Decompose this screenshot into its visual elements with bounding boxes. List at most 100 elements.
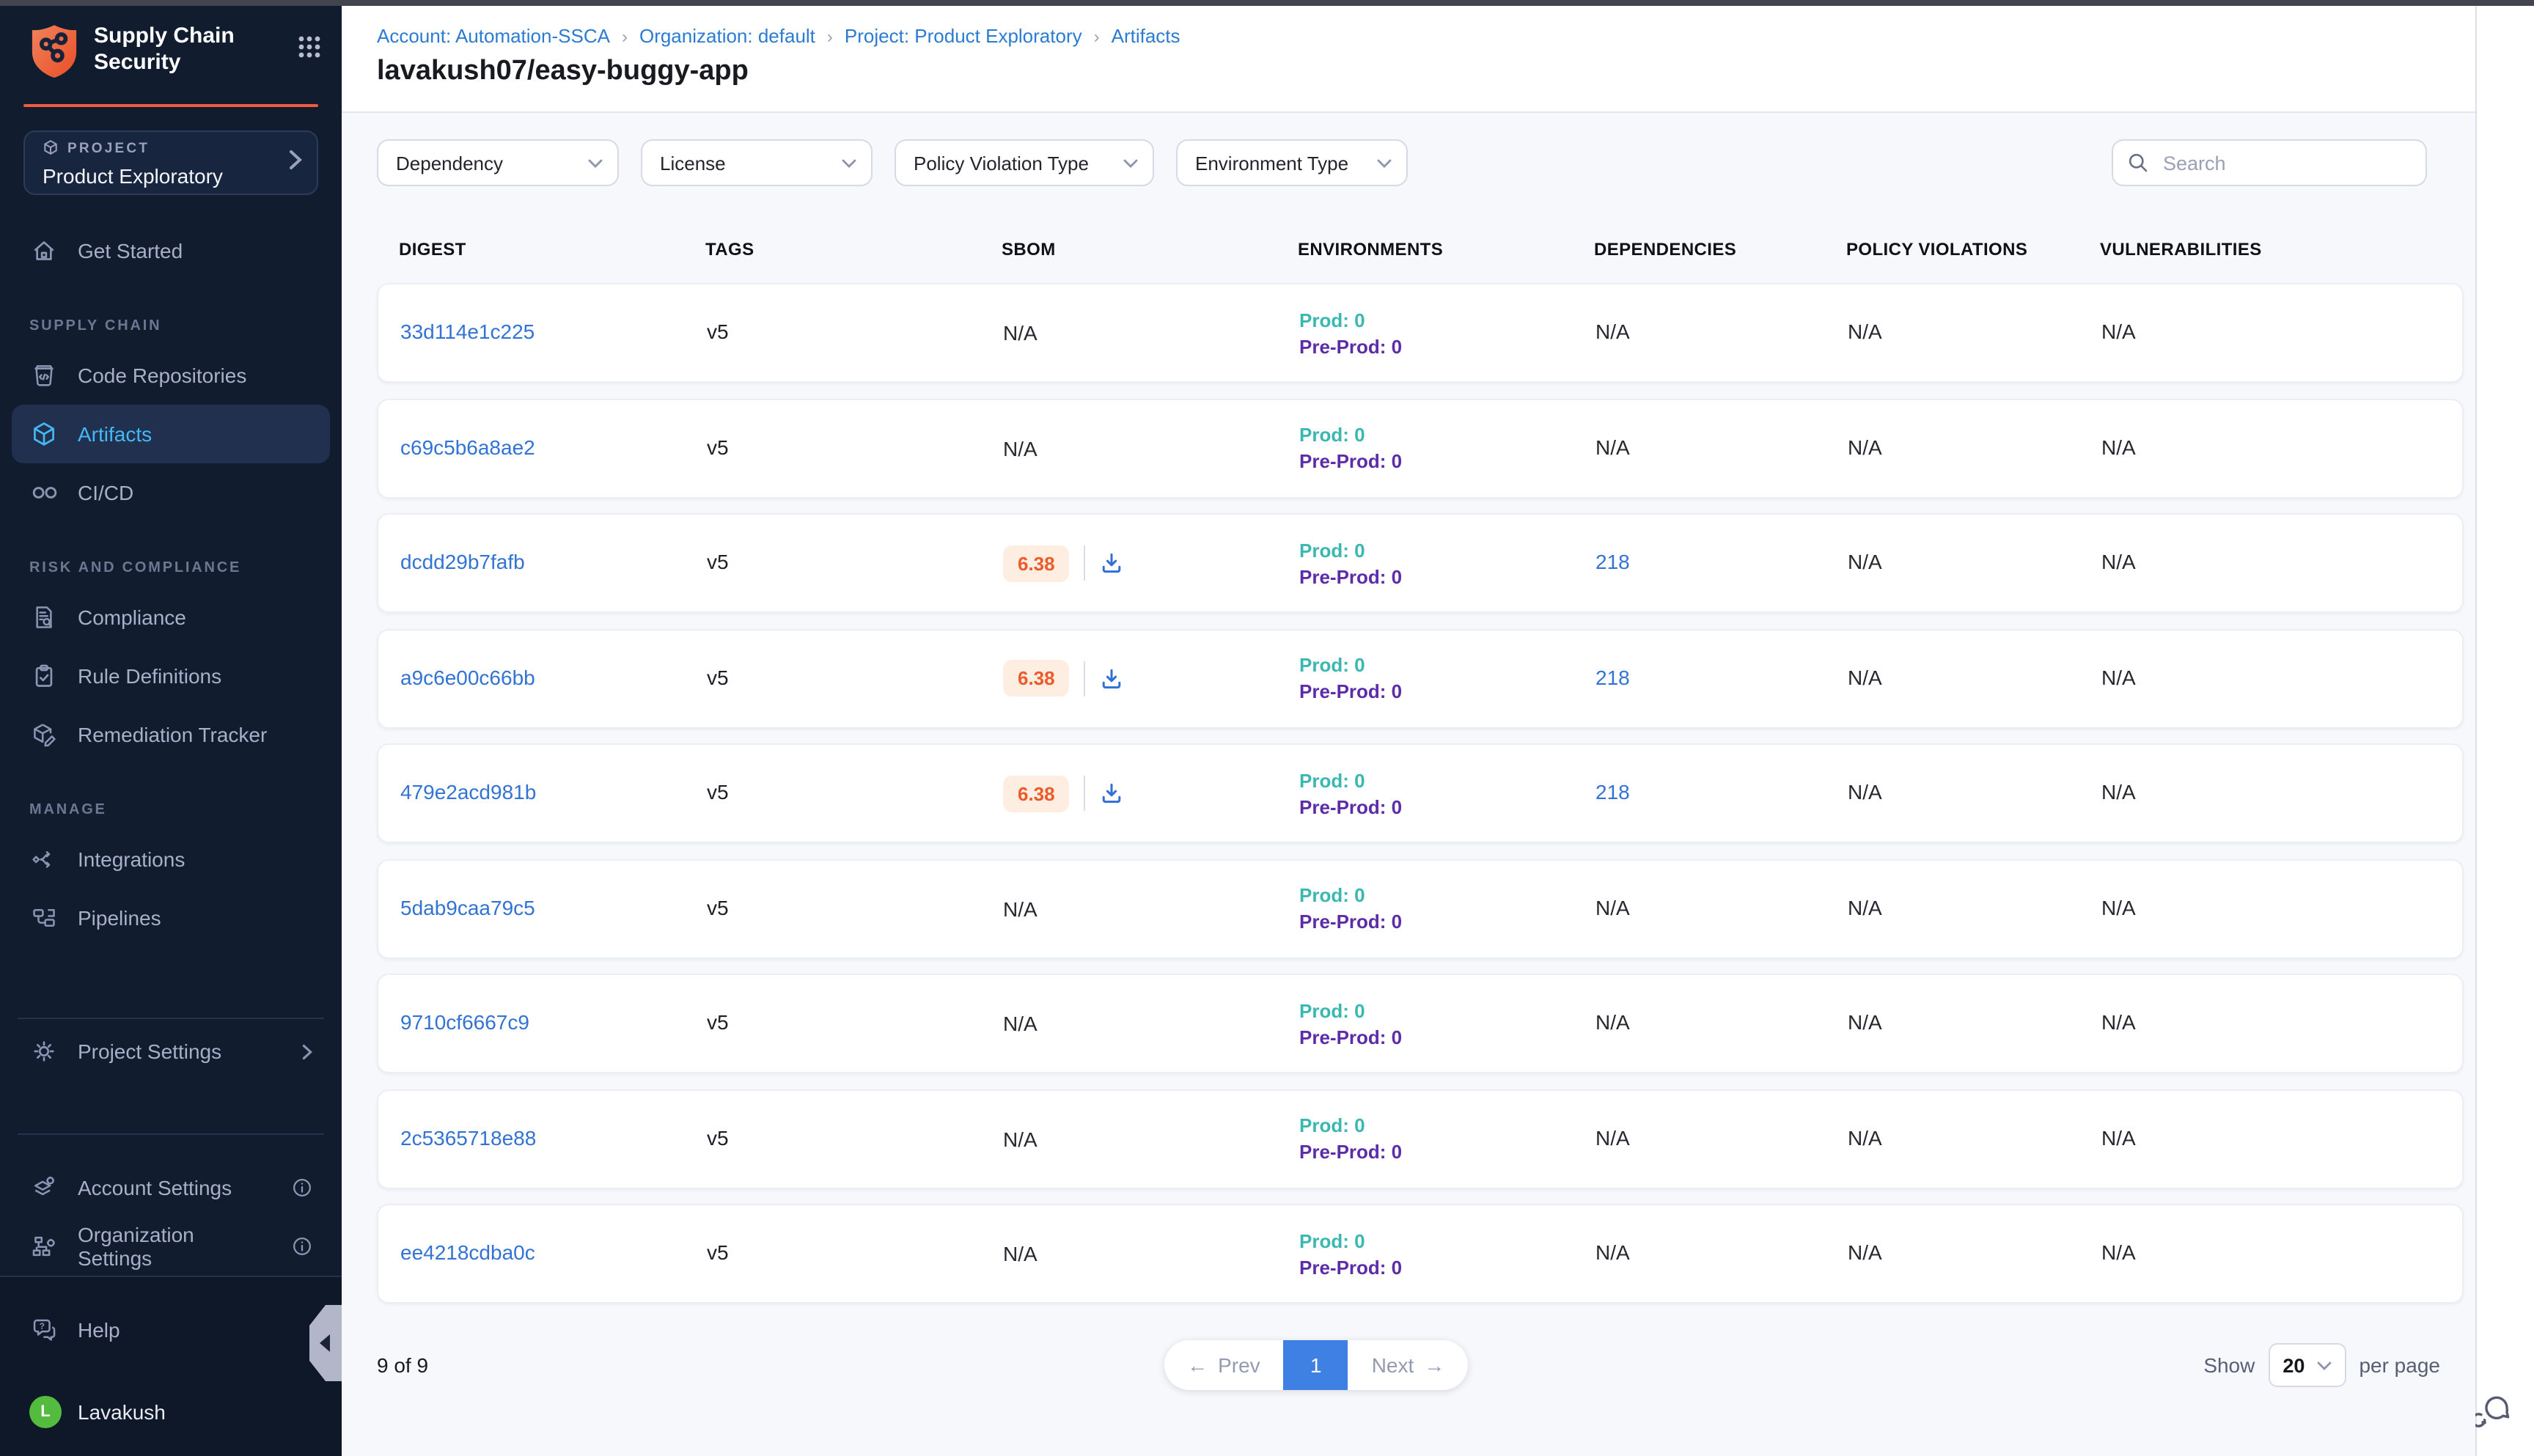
dependency-filter-dropdown[interactable]: Dependency	[377, 139, 619, 186]
document-search-icon	[29, 604, 59, 630]
sidebar-item-compliance[interactable]: Compliance	[12, 588, 330, 647]
right-gutter	[2475, 6, 2534, 1456]
table-row[interactable]: a9c6e00c66bb v5 6.38 Prod: 0 Pre-Prod: 0…	[377, 628, 2464, 728]
table-row[interactable]: c69c5b6a8ae2 v5 N/A Prod: 0 Pre-Prod: 0 …	[377, 398, 2464, 498]
sidebar-item-help[interactable]: ? Help	[12, 1301, 330, 1359]
breadcrumb-project[interactable]: Project: Product Exploratory	[845, 25, 1082, 47]
digest-link[interactable]: ee4218cdba0c	[400, 1240, 535, 1264]
tag-value: v5	[707, 435, 729, 458]
digest-link[interactable]: 9710cf6667c9	[400, 1010, 529, 1034]
vulnerabilities-value: N/A	[2101, 320, 2136, 343]
sidebar-item-rule-definitions[interactable]: Rule Definitions	[12, 647, 330, 705]
sbom-score-badge: 6.38	[1003, 775, 1070, 812]
environments-cell: Prod: 0 Pre-Prod: 0	[1299, 654, 1595, 702]
user-menu[interactable]: L Lavakush	[12, 1386, 330, 1438]
chat-bubbles-icon[interactable]	[2475, 1393, 2513, 1438]
vulnerabilities-value: N/A	[2101, 665, 2136, 688]
sidebar-item-organization-settings[interactable]: Organization Settings	[12, 1217, 330, 1276]
section-label-manage: MANAGE	[29, 802, 330, 818]
digest-link[interactable]: 33d114e1c225	[400, 320, 535, 343]
dependencies-value: N/A	[1595, 1125, 1630, 1149]
page-header: Account: Automation-SSCA › Organization:…	[342, 6, 2475, 113]
search-input[interactable]	[2160, 150, 2411, 175]
pipelines-icon	[29, 905, 59, 931]
show-label: Show	[2203, 1353, 2255, 1377]
sidebar-collapse-handle[interactable]	[309, 1305, 342, 1389]
search-icon	[2128, 152, 2148, 173]
sidebar-item-cicd[interactable]: CI/CD	[12, 463, 330, 522]
app-title: Supply Chain Security	[94, 23, 246, 76]
preprod-count: Pre-Prod: 0	[1299, 795, 1595, 817]
sidebar-item-account-settings[interactable]: Account Settings	[12, 1158, 330, 1217]
digest-link[interactable]: c69c5b6a8ae2	[400, 435, 535, 458]
page-size-dropdown[interactable]: 20	[2268, 1343, 2346, 1387]
table-row[interactable]: 33d114e1c225 v5 N/A Prod: 0 Pre-Prod: 0 …	[377, 283, 2464, 383]
table-row[interactable]: dcdd29b7fafb v5 6.38 Prod: 0 Pre-Prod: 0…	[377, 513, 2464, 613]
sbom-na: N/A	[1003, 321, 1038, 345]
sidebar-item-label: Compliance	[78, 606, 186, 629]
policy-violation-type-filter-dropdown[interactable]: Policy Violation Type	[895, 139, 1154, 186]
breadcrumb-artifacts[interactable]: Artifacts	[1112, 25, 1180, 47]
environment-type-filter-dropdown[interactable]: Environment Type	[1176, 139, 1408, 186]
sidebar-item-label: Artifacts	[78, 422, 152, 446]
dependencies-value[interactable]: 218	[1595, 780, 1630, 804]
sidebar-item-project-settings[interactable]: Project Settings	[12, 1022, 330, 1081]
sbom-cell: N/A	[1003, 897, 1299, 920]
download-sbom-icon[interactable]	[1101, 666, 1124, 690]
info-icon[interactable]	[292, 1177, 312, 1198]
table-row[interactable]: 479e2acd981b v5 6.38 Prod: 0 Pre-Prod: 0…	[377, 743, 2464, 843]
sbom-na: N/A	[1003, 897, 1038, 920]
sidebar-item-artifacts[interactable]: Artifacts	[12, 405, 330, 463]
sidebar-item-code-repositories[interactable]: Code Repositories	[12, 346, 330, 405]
table-row[interactable]: ee4218cdba0c v5 N/A Prod: 0 Pre-Prod: 0 …	[377, 1204, 2464, 1304]
license-filter-dropdown[interactable]: License	[641, 139, 873, 186]
sbom-divider	[1084, 776, 1086, 811]
sbom-divider	[1084, 661, 1086, 696]
download-sbom-icon[interactable]	[1101, 782, 1124, 805]
breadcrumb-account[interactable]: Account: Automation-SSCA	[377, 25, 610, 47]
digest-link[interactable]: a9c6e00c66bb	[400, 665, 535, 688]
vulnerabilities-value: N/A	[2101, 1125, 2136, 1149]
prev-page-button[interactable]: ← Prev	[1164, 1340, 1284, 1390]
apps-grid-icon[interactable]	[298, 35, 321, 66]
app-root: Supply Chain Security PROJECT	[0, 0, 2534, 1456]
sidebar-item-label: Account Settings	[78, 1176, 232, 1199]
table-row[interactable]: 5dab9caa79c5 v5 N/A Prod: 0 Pre-Prod: 0 …	[377, 858, 2464, 958]
sbom-cell: 6.38	[1003, 545, 1299, 581]
download-sbom-icon[interactable]	[1101, 551, 1124, 575]
prod-count: Prod: 0	[1299, 999, 1595, 1021]
info-icon[interactable]	[292, 1236, 312, 1257]
breadcrumb-separator: ›	[622, 26, 628, 46]
sidebar-item-get-started[interactable]: Get Started	[12, 221, 330, 280]
tag-value: v5	[707, 320, 729, 343]
sbom-na: N/A	[1003, 1127, 1038, 1150]
dependencies-value[interactable]: 218	[1595, 550, 1630, 573]
dependencies-value: N/A	[1595, 1240, 1630, 1264]
environments-cell: Prod: 0 Pre-Prod: 0	[1299, 1114, 1595, 1163]
avatar: L	[29, 1396, 62, 1428]
next-page-button[interactable]: Next →	[1348, 1340, 1469, 1390]
sidebar-item-remediation-tracker[interactable]: Remediation Tracker	[12, 705, 330, 764]
table-row[interactable]: 9710cf6667c9 v5 N/A Prod: 0 Pre-Prod: 0 …	[377, 974, 2464, 1073]
sidebar-item-pipelines[interactable]: Pipelines	[12, 889, 330, 947]
digest-link[interactable]: 2c5365718e88	[400, 1125, 536, 1149]
sbom-na: N/A	[1003, 1012, 1038, 1035]
infinity-icon	[29, 482, 59, 503]
preprod-count: Pre-Prod: 0	[1299, 1256, 1595, 1278]
column-header-sbom: SBOM	[1002, 239, 1298, 260]
sbom-na: N/A	[1003, 436, 1038, 460]
dependencies-value[interactable]: 218	[1595, 665, 1630, 688]
tag-value: v5	[707, 1010, 729, 1034]
breadcrumb-organization[interactable]: Organization: default	[639, 25, 815, 47]
preprod-count: Pre-Prod: 0	[1299, 911, 1595, 933]
sidebar-item-integrations[interactable]: Integrations	[12, 830, 330, 889]
page-1-button[interactable]: 1	[1284, 1340, 1348, 1390]
layers-gear-icon	[29, 1174, 59, 1201]
project-selector[interactable]: PROJECT Product Exploratory	[23, 131, 318, 195]
table-row[interactable]: 2c5365718e88 v5 N/A Prod: 0 Pre-Prod: 0 …	[377, 1089, 2464, 1188]
digest-link[interactable]: dcdd29b7fafb	[400, 550, 525, 573]
sidebar-item-label: Integrations	[78, 848, 185, 871]
cube-edit-icon	[29, 721, 59, 748]
digest-link[interactable]: 479e2acd981b	[400, 780, 536, 804]
digest-link[interactable]: 5dab9caa79c5	[400, 895, 535, 919]
